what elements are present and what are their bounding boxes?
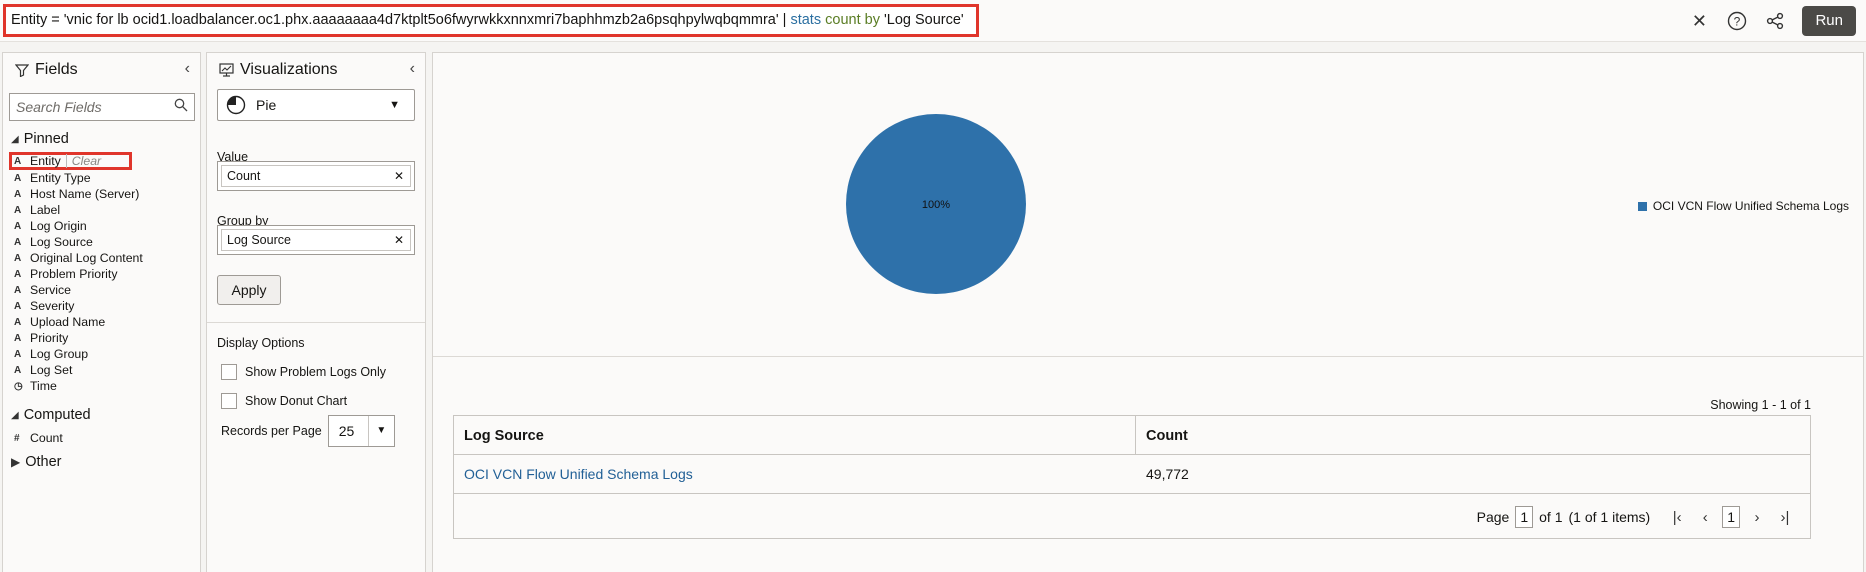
- results-panel: 100% OCI VCN Flow Unified Schema Logs Sh…: [432, 52, 1864, 572]
- prev-page-icon[interactable]: ‹: [1694, 509, 1716, 526]
- apply-button[interactable]: Apply: [217, 275, 281, 305]
- share-icon[interactable]: [1756, 0, 1794, 42]
- count-cell: 49,772: [1146, 466, 1189, 482]
- results-table: Log Source Count OCI VCN Flow Unified Sc…: [453, 415, 1811, 539]
- field-item-upload-name[interactable]: A Upload Name: [9, 314, 143, 330]
- field-item-label[interactable]: A Label: [9, 202, 143, 218]
- page-input[interactable]: 1: [1515, 506, 1534, 528]
- chart-legend: OCI VCN Flow Unified Schema Logs: [1637, 199, 1849, 213]
- triangle-down-icon: ◢: [11, 409, 19, 421]
- text-type-icon: A: [14, 220, 22, 232]
- query-suffix: 'Log Source': [884, 12, 964, 28]
- field-item-time[interactable]: ◷ Time: [9, 378, 143, 394]
- pagination: Page 1 of 1 (1 of 1 items) |‹ ‹ 1 › ›|: [1477, 506, 1796, 528]
- fields-title: Fields: [15, 61, 78, 79]
- run-button[interactable]: Run: [1802, 6, 1856, 36]
- clear-link[interactable]: Clear: [65, 154, 101, 168]
- triangle-right-icon: ▶: [11, 455, 21, 469]
- text-type-icon: A: [14, 332, 22, 344]
- legend-item[interactable]: OCI VCN Flow Unified Schema Logs: [1653, 199, 1849, 213]
- pinned-group[interactable]: ◢ Pinned: [11, 131, 69, 147]
- text-type-icon: A: [14, 236, 22, 248]
- fields-panel: Fields ‹ Search Fields ◢ Pinned A Entity C…: [2, 52, 201, 572]
- chevron-left-icon[interactable]: ‹: [410, 60, 415, 78]
- query-keyword-by: by: [864, 12, 880, 28]
- field-item-log-group[interactable]: A Log Group: [9, 346, 143, 362]
- other-group[interactable]: ▶ Other: [11, 454, 62, 470]
- current-page-button[interactable]: 1: [1722, 506, 1740, 528]
- field-item-entity-type[interactable]: A Entity Type: [9, 170, 143, 186]
- column-header-log-source[interactable]: Log Source: [454, 416, 1136, 454]
- field-item-log-set[interactable]: A Log Set: [9, 362, 143, 378]
- visualization-type-select[interactable]: Pie ▼: [217, 89, 415, 121]
- log-source-link[interactable]: OCI VCN Flow Unified Schema Logs: [454, 455, 1136, 493]
- query-bar: Entity = 'vnic for lb ocid1.loadbalancer…: [0, 0, 1866, 42]
- show-problem-logs-checkbox[interactable]: Show Problem Logs Only: [221, 364, 386, 380]
- caret-down-icon: ▼: [367, 416, 394, 446]
- visualizations-title: Visualizations: [219, 61, 338, 79]
- filter-icon: [15, 64, 29, 77]
- query-keyword-stats: stats: [790, 12, 822, 28]
- monitor-chart-icon: [219, 63, 234, 77]
- field-item-original-log-content[interactable]: A Original Log Content: [9, 250, 143, 266]
- query-keyword-count: count: [825, 12, 861, 28]
- first-page-icon[interactable]: |‹: [1666, 509, 1688, 526]
- computed-field-list: # Count: [9, 430, 63, 446]
- last-page-icon[interactable]: ›|: [1774, 509, 1796, 526]
- value-field[interactable]: Count ✕: [217, 161, 415, 191]
- field-item-service[interactable]: A Service: [9, 282, 143, 298]
- visualizations-panel: Visualizations ‹ Pie ▼ Value Count ✕ Grou…: [206, 52, 426, 572]
- field-item-log-origin[interactable]: A Log Origin: [9, 218, 143, 234]
- text-type-icon: A: [14, 155, 22, 167]
- text-type-icon: A: [14, 204, 22, 216]
- display-options-label: Display Options: [217, 336, 305, 350]
- chevron-left-icon[interactable]: ‹: [185, 60, 190, 78]
- text-type-icon: A: [14, 316, 22, 328]
- group-by-field[interactable]: Log Source ✕: [217, 225, 415, 255]
- computed-group[interactable]: ◢ Computed: [11, 407, 91, 423]
- records-per-page: Records per Page 25 ▼: [221, 415, 395, 447]
- field-item-entity[interactable]: A Entity Clear: [9, 152, 132, 170]
- close-icon[interactable]: ✕: [1680, 0, 1718, 42]
- help-icon[interactable]: ?: [1718, 0, 1756, 42]
- svg-text:?: ?: [1734, 15, 1741, 29]
- query-prefix: Entity = 'vnic for lb ocid1.loadbalancer…: [11, 12, 791, 28]
- text-type-icon: A: [14, 268, 22, 280]
- text-type-icon: A: [14, 348, 22, 360]
- records-per-page-select[interactable]: 25 ▼: [327, 415, 395, 447]
- text-type-icon: A: [14, 252, 22, 264]
- legend-swatch: [1637, 201, 1647, 211]
- triangle-down-icon: ◢: [11, 133, 19, 145]
- table-row: OCI VCN Flow Unified Schema Logs 49,772: [454, 455, 1810, 494]
- clock-icon: ◷: [14, 380, 23, 392]
- next-page-icon[interactable]: ›: [1746, 509, 1768, 526]
- field-item-log-source[interactable]: A Log Source: [9, 234, 143, 250]
- pie-chart-icon: [226, 95, 246, 115]
- search-fields-input[interactable]: Search Fields: [9, 93, 195, 121]
- table-header: Log Source Count: [454, 416, 1810, 455]
- pinned-field-list: A Entity Clear A Entity Type A Host Name (Serv…: [9, 152, 143, 394]
- remove-icon[interactable]: ✕: [394, 230, 404, 250]
- text-type-icon: A: [14, 364, 22, 376]
- field-item-count[interactable]: # Count: [9, 430, 63, 446]
- text-type-icon: A: [14, 284, 22, 296]
- column-header-count[interactable]: Count: [1136, 416, 1188, 454]
- text-type-icon: A: [14, 172, 22, 184]
- showing-count: Showing 1 - 1 of 1: [1710, 398, 1811, 412]
- query-input[interactable]: Entity = 'vnic for lb ocid1.loadbalancer…: [3, 4, 979, 37]
- text-type-icon: A: [14, 300, 22, 312]
- show-donut-chart-checkbox[interactable]: Show Donut Chart: [221, 393, 347, 409]
- remove-icon[interactable]: ✕: [394, 166, 404, 186]
- search-icon: [174, 94, 188, 120]
- field-item-severity[interactable]: A Severity: [9, 298, 143, 314]
- divider: [207, 322, 425, 323]
- field-item-host-name-server[interactable]: A Host Name (Server): [9, 186, 143, 202]
- field-item-problem-priority[interactable]: A Problem Priority: [9, 266, 143, 282]
- chart-area: 100% OCI VCN Flow Unified Schema Logs: [433, 53, 1863, 357]
- pie-data-label: 100%: [922, 199, 950, 211]
- numeric-type-icon: #: [14, 432, 20, 444]
- caret-down-icon: ▼: [389, 99, 400, 111]
- field-item-priority[interactable]: A Priority: [9, 330, 143, 346]
- text-type-icon: A: [14, 188, 22, 200]
